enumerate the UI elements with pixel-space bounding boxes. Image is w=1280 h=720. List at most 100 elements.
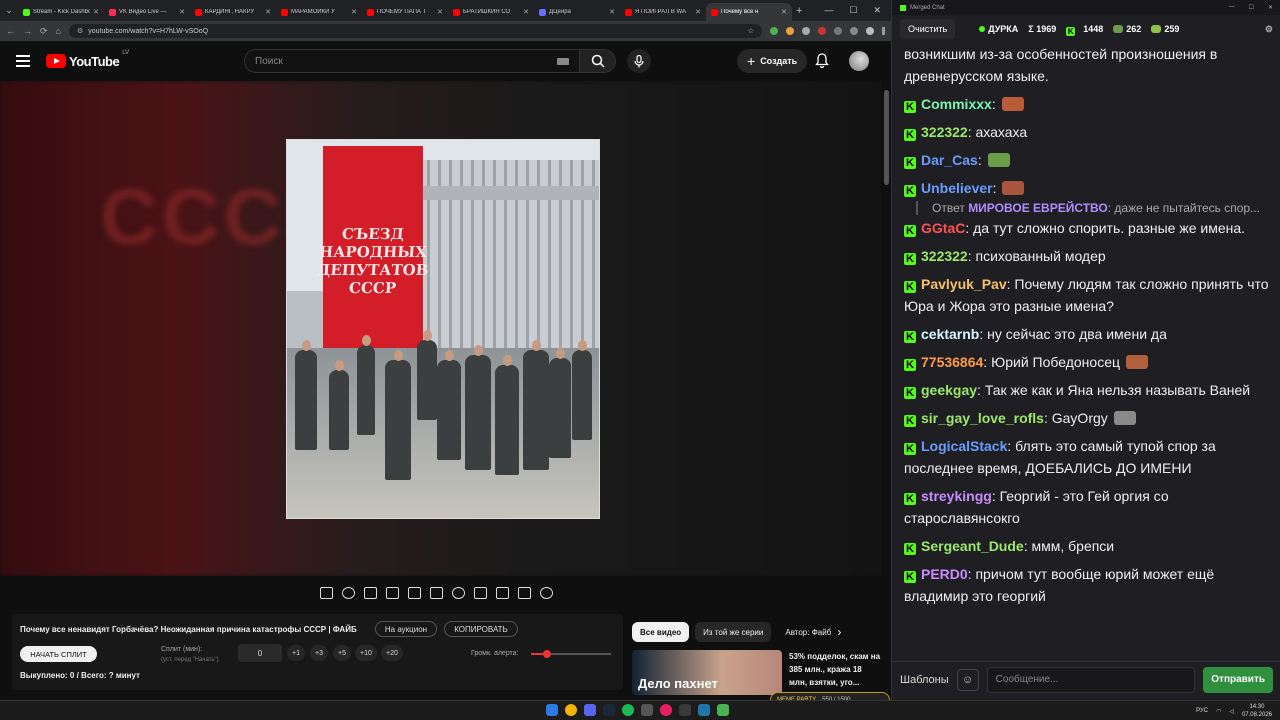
menu-icon[interactable] — [16, 55, 30, 67]
browser-tab[interactable]: БРАТИШКИН СО ✕ — [448, 3, 534, 21]
tab-close-icon[interactable]: ✕ — [179, 8, 185, 16]
minimize-icon[interactable]: — — [1229, 4, 1235, 11]
chat-nick[interactable]: 322322 — [921, 124, 968, 140]
volume-icon[interactable]: ◁ — [1229, 708, 1234, 715]
chevron-right-icon[interactable]: › — [837, 625, 841, 639]
maximize-icon[interactable]: ☐ — [1249, 4, 1254, 11]
app-icon[interactable] — [641, 704, 653, 716]
chat-nick[interactable]: sir_gay_love_rofls — [921, 410, 1044, 426]
miniplayer-icon[interactable] — [408, 587, 421, 599]
wifi-icon[interactable]: ◠ — [1216, 708, 1221, 715]
browser-tab[interactable]: ПОЧЕМУ ПАПА Т ✕ — [362, 3, 448, 21]
related-video-thumbnail[interactable]: Дело пахнет — [632, 650, 782, 695]
youtube-logo[interactable]: YouTube LV — [46, 50, 129, 69]
language-indicator[interactable]: РУС — [1196, 708, 1208, 714]
increment-button[interactable]: +10 — [355, 645, 377, 661]
loop-icon[interactable] — [320, 587, 333, 599]
create-button[interactable]: + Создать — [737, 49, 808, 73]
forward-icon[interactable]: → — [23, 26, 32, 36]
emoji-icon[interactable]: ☺ — [956, 668, 979, 691]
browser-tab[interactable]: VK Видео Live — ✕ — [104, 3, 190, 21]
discord-icon[interactable] — [584, 704, 596, 716]
clock[interactable]: 14:30 07.08.2026 — [1242, 703, 1272, 719]
clip-icon[interactable] — [386, 587, 399, 599]
settings-icon[interactable] — [540, 587, 553, 599]
chat-nick[interactable]: 77536864 — [921, 354, 983, 370]
increment-button[interactable]: +3 — [310, 645, 328, 661]
tab-close-icon[interactable]: ✕ — [609, 8, 615, 16]
tab-close-icon[interactable]: ✕ — [695, 8, 701, 16]
increment-button[interactable]: +1 — [287, 645, 305, 661]
steam-icon[interactable] — [603, 704, 615, 716]
new-tab-button[interactable]: + — [796, 5, 802, 17]
to-auction-button[interactable]: На аукцион — [375, 621, 437, 637]
split-minutes-input[interactable]: 0 — [238, 644, 282, 662]
chat-nick[interactable]: Pavlyuk_Pav — [921, 276, 1007, 292]
screenshot-icon[interactable] — [496, 587, 509, 599]
browser-tab[interactable]: Почему все н ✕ — [706, 3, 792, 21]
extensions-puzzle-icon[interactable] — [834, 27, 842, 35]
chat-nick[interactable]: PERD0 — [921, 566, 968, 582]
notifications-bell-icon[interactable] — [815, 53, 829, 73]
related-video-title[interactable]: 53% подделок, скам на 385 млн., кража 18… — [789, 650, 881, 689]
search-input[interactable]: Поиск — [244, 49, 580, 73]
chip-same-series[interactable]: Из той же серии — [695, 622, 772, 642]
reload-icon[interactable]: ⟳ — [40, 26, 48, 37]
chip-author[interactable]: Автор: Файб — [777, 622, 831, 642]
browser-tab[interactable]: Stream - Kick Dashboard✕ — [18, 3, 104, 21]
extension-icon[interactable] — [802, 27, 810, 35]
maximize-icon[interactable]: ☐ — [849, 5, 857, 16]
page-scrollbar[interactable] — [884, 90, 889, 185]
app-icon[interactable] — [717, 704, 729, 716]
audio-icon[interactable] — [342, 587, 355, 599]
tab-close-icon[interactable]: ✕ — [351, 8, 357, 16]
url-field[interactable]: ⚙ youtube.com/watch?v=H7hLW-vSOoQ ☆ — [68, 24, 762, 38]
gear-icon[interactable]: ⚙ — [1265, 24, 1273, 35]
site-info-icon[interactable]: ⚙ — [77, 27, 83, 35]
tab-close-icon[interactable]: ✕ — [523, 8, 529, 16]
app-icon[interactable] — [660, 704, 672, 716]
close-icon[interactable]: ✕ — [873, 5, 881, 16]
subtitles-icon[interactable] — [430, 587, 443, 599]
tab-close-icon[interactable]: ✕ — [265, 8, 271, 16]
templates-button[interactable]: Шаблоны — [900, 674, 949, 686]
chat-nick[interactable]: cektarnb — [921, 326, 979, 342]
browser-tab[interactable]: МАРАМОЙКИ У ✕ — [276, 3, 362, 21]
close-icon[interactable]: ✕ — [1268, 4, 1273, 11]
chrome-icon[interactable] — [565, 704, 577, 716]
keyboard-icon[interactable] — [557, 57, 569, 65]
tab-close-icon[interactable]: ✕ — [93, 8, 99, 16]
tab-close-icon[interactable]: ✕ — [437, 8, 443, 16]
video-player[interactable]: СССР СЪЕЗД НАРОДНЫХ ДЕПУТАТОВ СССР — [0, 81, 881, 576]
reply-reference[interactable]: Ответ МИРОВОЕ ЕВРЕЙСТВО: даже не пытайте… — [916, 201, 1269, 215]
chat-nick[interactable]: 322322 — [921, 248, 968, 264]
tab-search-icon[interactable]: ⌄ — [0, 0, 18, 21]
chat-nick[interactable]: Sergeant_Dude — [921, 538, 1024, 554]
chat-nick[interactable]: GGtaC — [921, 220, 965, 236]
profile-icon[interactable] — [866, 27, 874, 35]
extension-icon[interactable] — [818, 27, 826, 35]
avatar[interactable] — [849, 51, 869, 71]
chat-nick[interactable]: Dar_Cas — [921, 152, 978, 168]
chat-nick[interactable]: LogicalStack — [921, 438, 1007, 454]
bookmark-star-icon[interactable]: ☆ — [748, 27, 754, 35]
start-split-button[interactable]: НАЧАТЬ СПЛИТ — [20, 646, 97, 662]
menu-dots-icon[interactable] — [882, 27, 885, 35]
slider-knob[interactable] — [543, 650, 551, 658]
chat-nick[interactable]: geekgay — [921, 382, 977, 398]
back-icon[interactable]: ← — [6, 26, 15, 36]
home-icon[interactable]: ⌂ — [56, 26, 61, 36]
increment-button[interactable]: +20 — [381, 645, 403, 661]
alert-volume-slider[interactable] — [531, 650, 611, 658]
browser-tab[interactable]: ДЦейра ✕ — [534, 3, 620, 21]
clear-button[interactable]: Очистить — [900, 19, 956, 39]
add-icon[interactable] — [474, 587, 487, 599]
copy-button[interactable]: КОПИРОВАТЬ — [444, 621, 518, 637]
tab-close-icon[interactable]: ✕ — [781, 8, 787, 16]
send-button[interactable]: Отправить — [1203, 666, 1273, 693]
chip-all-videos[interactable]: Все видео — [632, 622, 690, 642]
download-icon[interactable] — [850, 27, 858, 35]
chat-nick[interactable]: Unbeliever — [921, 180, 993, 196]
message-input[interactable]: Сообщение... — [986, 666, 1196, 693]
chat-nick[interactable]: streykingg — [921, 488, 992, 504]
